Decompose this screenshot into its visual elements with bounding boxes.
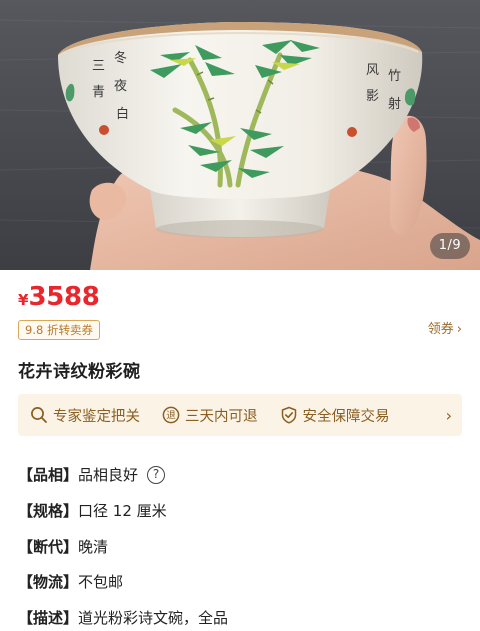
svg-text:射: 射	[388, 96, 401, 112]
chevron-right-icon: ›	[445, 405, 452, 425]
attribute-key: 【品相】	[18, 466, 79, 484]
chevron-right-icon: ›	[456, 322, 462, 337]
svg-text:三: 三	[92, 59, 105, 74]
bowl-photo-graphic: 三 冬 青 夜 白 风 竹 影 射	[0, 0, 480, 270]
attribute-value: 道光粉彩诗文碗，全品	[78, 609, 229, 627]
shield-check-icon	[281, 406, 296, 424]
guarantee-expert-appraisal: 专家鉴定把关	[30, 405, 140, 426]
attribute-value: 口径 12 厘米	[78, 502, 167, 520]
svg-text:退: 退	[166, 411, 176, 422]
return-icon: 退	[162, 406, 180, 424]
attribute-value: 晚清	[78, 538, 109, 556]
guarantee-label: 安全保障交易	[302, 408, 390, 425]
image-counter: 1/9	[430, 233, 470, 259]
attribute-size: 【规格】 口径 12 厘米	[18, 500, 167, 521]
attribute-key: 【断代】	[18, 538, 79, 556]
get-coupon-link[interactable]: 领券 ›	[428, 320, 462, 340]
svg-text:白: 白	[116, 106, 129, 122]
attribute-condition: 【品相】 品相良好 ?	[18, 464, 166, 485]
attribute-key: 【规格】	[18, 502, 79, 520]
attribute-key: 【物流】	[18, 573, 79, 591]
svg-text:青: 青	[92, 85, 105, 100]
guarantee-three-day-return: 退 三天内可退	[162, 405, 258, 426]
get-coupon-label: 领券	[427, 322, 454, 337]
help-icon[interactable]: ?	[147, 465, 166, 484]
guarantee-secure-trade: 安全保障交易	[280, 405, 390, 426]
svg-text:影: 影	[366, 89, 379, 104]
guarantee-label: 三天内可退	[185, 408, 258, 425]
svg-text:竹: 竹	[388, 69, 401, 84]
product-title: 花卉诗纹粉彩碗	[18, 362, 141, 382]
price: ¥3588	[18, 282, 100, 314]
attribute-key: 【描述】	[18, 609, 79, 627]
service-guarantee-bar[interactable]: 专家鉴定把关 退 三天内可退 安全保障交易 ›	[18, 394, 462, 436]
attribute-dating: 【断代】 晚清	[18, 536, 108, 557]
search-icon	[31, 407, 47, 423]
svg-text:风: 风	[366, 63, 379, 78]
product-photo[interactable]: 三 冬 青 夜 白 风 竹 影 射 1/9	[0, 0, 480, 270]
attribute-value: 品相良好	[78, 466, 139, 484]
attribute-description: 【描述】 道光粉彩诗文碗，全品	[18, 607, 228, 628]
attribute-value: 不包邮	[78, 573, 124, 591]
svg-text:冬: 冬	[114, 50, 127, 66]
guarantee-label: 专家鉴定把关	[53, 408, 140, 425]
svg-text:夜: 夜	[114, 79, 127, 94]
price-amount: 3588	[28, 282, 100, 312]
coupon-badge: 9.8 折转卖券	[18, 320, 100, 340]
currency-symbol: ¥	[18, 291, 29, 309]
attribute-shipping: 【物流】 不包邮	[18, 571, 123, 592]
